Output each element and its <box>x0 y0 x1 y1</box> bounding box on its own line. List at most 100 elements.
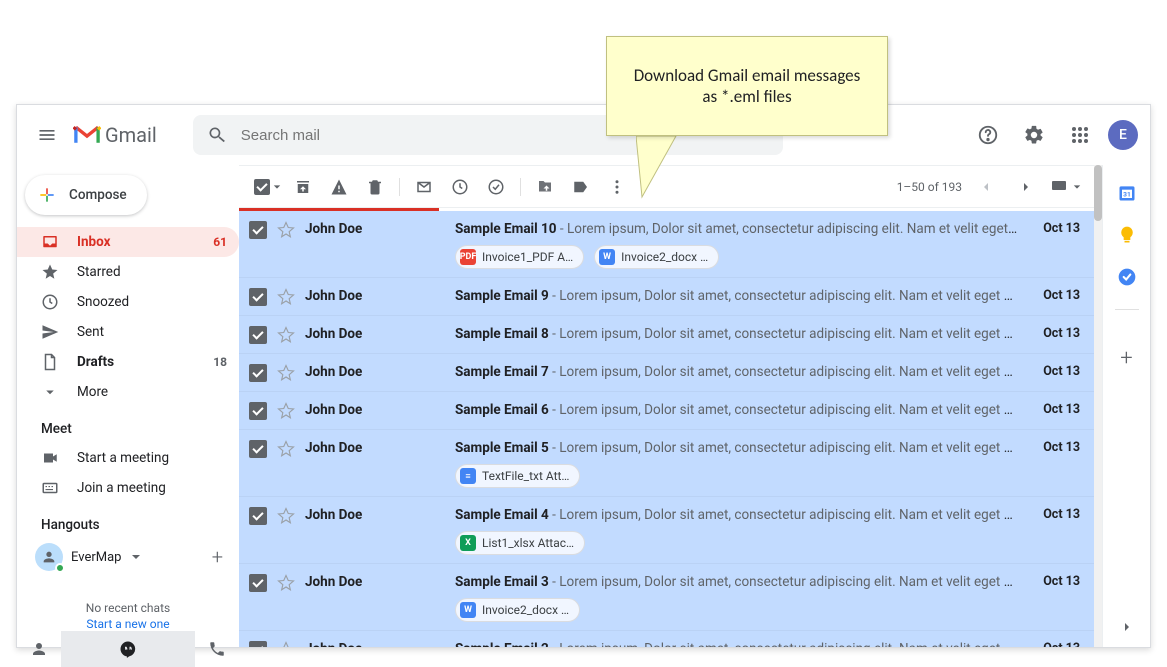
labels-button[interactable] <box>565 171 597 203</box>
message-sender: John Doe <box>305 324 445 342</box>
footer-phone-button[interactable] <box>195 631 239 667</box>
page-prev-button[interactable] <box>970 171 1002 203</box>
addons-button[interactable]: + <box>1120 346 1132 371</box>
sidebar-item-label: Sent <box>77 324 104 340</box>
row-checkbox[interactable] <box>249 221 267 239</box>
message-subject-line: Sample Email 3 - Lorem ipsum, Dolor sit … <box>455 572 1020 590</box>
star-icon[interactable] <box>277 326 295 344</box>
attachment-chip[interactable]: ≡ TextFile_txt Att… <box>455 464 580 488</box>
attachment-chip[interactable]: W Invoice2_docx … <box>594 245 719 269</box>
side-panel: 31 + <box>1102 165 1150 647</box>
message-row[interactable]: John Doe Sample Email 10 - Lorem ipsum, … <box>239 211 1094 278</box>
star-icon[interactable] <box>277 364 295 382</box>
row-checkbox[interactable] <box>249 440 267 458</box>
side-panel-toggle[interactable] <box>1119 619 1135 635</box>
txt-icon: ≡ <box>460 468 476 484</box>
sidebar-item-snoozed[interactable]: Snoozed <box>17 287 239 317</box>
message-subject: Sample Email 6 <box>455 402 549 418</box>
sidebar-item-more[interactable]: More <box>17 377 239 407</box>
archive-button[interactable] <box>287 171 319 203</box>
message-row[interactable]: John Doe Sample Email 4 - Lorem ipsum, D… <box>239 497 1094 564</box>
header: Gmail E <box>17 105 1150 165</box>
calendar-app-button[interactable]: 31 <box>1117 183 1137 203</box>
report-spam-button[interactable] <box>323 171 355 203</box>
input-tools-button[interactable] <box>1050 171 1082 203</box>
more-button[interactable] <box>601 171 633 203</box>
add-to-tasks-button[interactable] <box>480 171 512 203</box>
row-checkbox[interactable] <box>249 641 267 647</box>
footer-hangouts-button[interactable] <box>61 631 195 667</box>
hangouts-user-row[interactable]: EverMap + <box>17 539 239 571</box>
message-row[interactable]: John Doe Sample Email 3 - Lorem ipsum, D… <box>239 564 1094 631</box>
message-row[interactable]: John Doe Sample Email 6 - Lorem ipsum, D… <box>239 392 1094 430</box>
annotation-callout: Download Gmail email messages as *.eml f… <box>606 36 888 136</box>
message-row[interactable]: John Doe Sample Email 7 - Lorem ipsum, D… <box>239 354 1094 392</box>
message-row[interactable]: John Doe Sample Email 2 - Lorem ipsum, D… <box>239 631 1094 647</box>
message-subject: Sample Email 5 <box>455 440 549 456</box>
message-row[interactable]: John Doe Sample Email 9 - Lorem ipsum, D… <box>239 278 1094 316</box>
clock-icon <box>41 293 59 311</box>
star-icon[interactable] <box>277 507 295 525</box>
sidebar-item-count: 61 <box>213 235 227 249</box>
message-subject-line: Sample Email 6 - Lorem ipsum, Dolor sit … <box>455 400 1020 418</box>
message-subject: Sample Email 9 <box>455 288 549 304</box>
message-snippet: - Lorem ipsum, Dolor sit amet, consectet… <box>552 364 1020 380</box>
attachment-label: Invoice2_docx … <box>482 603 569 617</box>
delete-button[interactable] <box>359 171 391 203</box>
mark-unread-button[interactable] <box>408 171 440 203</box>
new-chat-button[interactable]: + <box>212 545 223 569</box>
sidebar-item-sent[interactable]: Sent <box>17 317 239 347</box>
row-checkbox[interactable] <box>249 364 267 382</box>
tasks-app-button[interactable] <box>1117 267 1137 287</box>
row-checkbox[interactable] <box>249 507 267 525</box>
star-icon[interactable] <box>277 574 295 592</box>
sidebar-footer <box>17 631 239 667</box>
page-info: 1–50 of 193 <box>897 180 962 194</box>
message-row[interactable]: John Doe Sample Email 5 - Lorem ipsum, D… <box>239 430 1094 497</box>
star-icon[interactable] <box>277 221 295 239</box>
message-snippet: - Lorem ipsum, Dolor sit amet, consectet… <box>560 221 1020 237</box>
row-checkbox[interactable] <box>249 402 267 420</box>
send-icon <box>41 323 59 341</box>
start-chat-link[interactable]: Start a new one <box>17 617 239 631</box>
row-checkbox[interactable] <box>249 574 267 592</box>
message-date: Oct 13 <box>1030 286 1080 303</box>
account-avatar[interactable]: E <box>1108 120 1138 150</box>
main-menu-button[interactable] <box>29 117 65 153</box>
star-icon[interactable] <box>277 641 295 647</box>
keyboard-icon <box>41 479 59 497</box>
row-checkbox[interactable] <box>249 288 267 306</box>
message-subject-line: Sample Email 8 - Lorem ipsum, Dolor sit … <box>455 324 1020 342</box>
row-checkbox[interactable] <box>249 326 267 344</box>
search-icon <box>207 125 227 145</box>
gmail-logo[interactable]: Gmail <box>73 123 157 147</box>
scrollbar-thumb[interactable] <box>1094 165 1102 221</box>
scrollbar[interactable] <box>1094 165 1102 647</box>
message-snippet: - Lorem ipsum, Dolor sit amet, consectet… <box>552 402 1020 418</box>
snooze-button[interactable] <box>444 171 476 203</box>
star-icon[interactable] <box>277 288 295 306</box>
select-all-checkbox[interactable] <box>251 171 283 203</box>
meet-item-start-a-meeting[interactable]: Start a meeting <box>17 443 239 473</box>
apps-button[interactable] <box>1062 117 1098 153</box>
compose-button[interactable]: Compose <box>25 175 147 215</box>
page-next-button[interactable] <box>1010 171 1042 203</box>
message-row[interactable]: John Doe Sample Email 8 - Lorem ipsum, D… <box>239 316 1094 354</box>
meet-item-join-a-meeting[interactable]: Join a meeting <box>17 473 239 503</box>
sidebar-item-label: Inbox <box>77 234 110 250</box>
support-button[interactable] <box>970 117 1006 153</box>
message-snippet: - Lorem ipsum, Dolor sit amet, consectet… <box>552 507 1020 523</box>
settings-button[interactable] <box>1016 117 1052 153</box>
sidebar-item-drafts[interactable]: Drafts 18 <box>17 347 239 377</box>
footer-contacts-button[interactable] <box>17 631 61 667</box>
attachment-chip[interactable]: X List1_xlsx Attac… <box>455 531 585 555</box>
keep-app-button[interactable] <box>1117 225 1137 245</box>
sidebar-item-inbox[interactable]: Inbox 61 <box>17 227 239 257</box>
attachment-chip[interactable]: W Invoice2_docx … <box>455 598 580 622</box>
sidebar-item-starred[interactable]: Starred <box>17 257 239 287</box>
star-icon[interactable] <box>277 402 295 420</box>
star-icon[interactable] <box>277 440 295 458</box>
message-sender: John Doe <box>305 572 445 590</box>
attachment-chip[interactable]: PDF Invoice1_PDF A… <box>455 245 584 269</box>
move-to-button[interactable] <box>529 171 561 203</box>
